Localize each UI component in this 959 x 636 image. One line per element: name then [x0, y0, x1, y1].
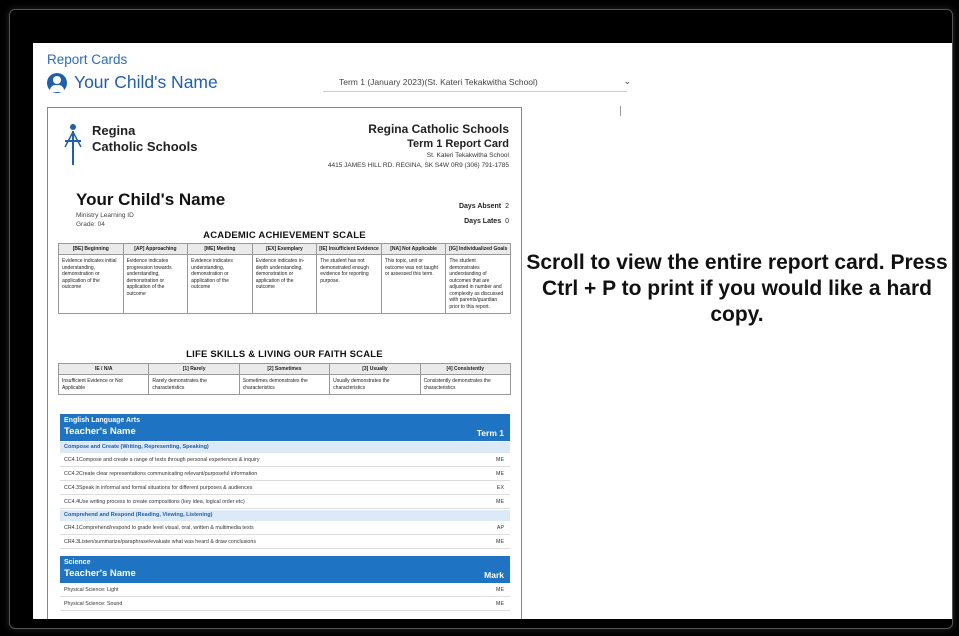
- academic-desc: This topic, unit or outcome was not taug…: [380, 254, 447, 314]
- term-dropdown-value: Term 1 (January 2023)(St. Kateri Tekakwi…: [339, 77, 538, 87]
- student-name: Your Child's Name: [74, 72, 218, 92]
- breadcrumb[interactable]: Report Cards: [47, 52, 127, 67]
- academic-desc: The student demonstrates understanding o…: [445, 254, 511, 314]
- life-header: [2] Sometimes: [238, 363, 331, 375]
- outcome-text: CR4.1Comprehend/respond to grade level v…: [64, 525, 254, 531]
- outcome-mark: ME: [496, 601, 504, 607]
- life-desc: Rarely demonstrates the characteristics: [148, 374, 240, 395]
- academic-scale-header-row: [BE] Beginning [AP] Approaching [ME] Mee…: [58, 243, 511, 255]
- days-absent-value: 2: [505, 203, 509, 210]
- academic-header: [ME] Meeting: [187, 243, 253, 255]
- life-header: [4] Consistently: [419, 363, 512, 375]
- academic-header: [AP] Approaching: [122, 243, 189, 255]
- outcome-row: Physical Science: Sound ME: [60, 598, 510, 611]
- school-address: 4415 JAMES HILL RD. REGINA, SK S4W 0R9 (…: [327, 162, 509, 169]
- outcome-mark: AP: [496, 525, 504, 531]
- days-lates: Days Lates 0: [464, 218, 509, 225]
- avatar-icon: [47, 72, 67, 93]
- academic-header: [IE] Insufficient Evidence: [316, 243, 382, 255]
- days-absent: Days Absent 2: [459, 203, 509, 210]
- school-logo-icon: [64, 124, 82, 165]
- logo-line-2: Catholic Schools: [92, 139, 198, 154]
- days-absent-label: Days Absent: [458, 203, 502, 210]
- days-lates-value: 0: [505, 218, 509, 225]
- academic-desc: The student has not demonstrated enough …: [316, 254, 382, 314]
- outcome-row: CR4.3Listen/summarize/paraphrase/evaluat…: [60, 536, 510, 549]
- life-desc: Insufficient Evidence or Not Applicable: [57, 374, 150, 395]
- app-window: Report Cards Your Child's Name Term 1 (J…: [33, 43, 952, 619]
- science-mark-column: Mark: [484, 570, 504, 580]
- outcome-row: CC4.2Create clear representations commun…: [60, 468, 510, 481]
- days-lates-label: Days Lates: [464, 218, 502, 225]
- report-card-title: Term 1 Report Card: [407, 138, 509, 150]
- division-name: Regina Catholic Schools: [368, 122, 509, 136]
- outcome-mark: ME: [496, 471, 504, 477]
- life-skills-scale-table: IE / N/A [1] Rarely [2] Sometimes [3] Us…: [57, 363, 512, 395]
- outcome-row: CC4.3Speak in informal and formal situat…: [60, 482, 510, 495]
- life-desc: Consistently demonstrates the characteri…: [419, 374, 512, 395]
- outcome-text: CR4.3Listen/summarize/paraphrase/evaluat…: [64, 539, 256, 545]
- ela-group-label: Comprehend and Respond (Reading, Viewing…: [64, 512, 213, 518]
- academic-desc: Evidence indicates in-depth understandin…: [251, 254, 318, 314]
- report-card-header: Regina Catholic Schools Term 1 Report Ca…: [328, 122, 509, 171]
- ela-group-compose: Compose and Create (Writing, Representin…: [60, 442, 510, 453]
- outcome-row: CR4.1Comprehend/respond to grade level v…: [60, 522, 510, 535]
- ela-header: English Language Arts Teacher's Name Ter…: [60, 414, 510, 441]
- ela-group-comprehend: Comprehend and Respond (Reading, Viewing…: [60, 510, 510, 521]
- life-desc: Usually demonstrates the characteristics: [329, 374, 421, 395]
- ministry-id: Ministry Learning ID: [76, 212, 134, 219]
- academic-scale-desc-row: Evidence indicates initial understanding…: [58, 254, 511, 314]
- outcome-text: Physical Science: Light: [64, 587, 119, 593]
- outcome-mark: ME: [496, 457, 504, 463]
- outcome-text: CC4.1Compose and create a range of texts…: [64, 457, 260, 463]
- life-header: [1] Rarely: [148, 363, 240, 375]
- outcome-mark: EX: [496, 485, 504, 491]
- life-header: [3] Usually: [329, 363, 421, 375]
- outcome-row: CC4.1Compose and create a range of texts…: [60, 454, 510, 467]
- academic-desc: Evidence indicates understanding, demons…: [187, 254, 253, 314]
- academic-header: [IG] Individualized Goals: [445, 243, 511, 255]
- outcome-row: Physical Science: Light ME: [60, 584, 510, 597]
- outcome-text: CC4.3Speak in informal and formal situat…: [64, 485, 253, 491]
- student-header: Your Child's Name: [47, 72, 218, 93]
- logo-line-1: Regina: [92, 123, 136, 138]
- school-name: St. Kateri Tekakwitha School: [426, 152, 509, 159]
- school-logo-text: Regina Catholic Schools: [92, 123, 197, 155]
- ela-subject: English Language Arts: [64, 417, 140, 424]
- academic-desc: Evidence indicates initial understanding…: [58, 254, 124, 314]
- science-teacher: Teacher's Name: [64, 568, 136, 579]
- life-skills-scale-title: LIFE SKILLS & LIVING OUR FAITH SCALE: [186, 349, 383, 360]
- academic-desc: Evidence indicates progression towards u…: [122, 254, 189, 314]
- academic-scale-title: ACADEMIC ACHIEVEMENT SCALE: [203, 230, 366, 241]
- academic-header: [BE] Beginning: [58, 243, 124, 255]
- life-scale-header-row: IE / N/A [1] Rarely [2] Sometimes [3] Us…: [57, 363, 512, 375]
- ela-group-label: Compose and Create (Writing, Representin…: [64, 444, 209, 450]
- ela-term-column: Term 1: [476, 428, 504, 438]
- scrollbar-marker: [620, 106, 621, 116]
- outcome-mark: ME: [496, 539, 504, 545]
- child-name: Your Child's Name: [76, 190, 226, 209]
- life-desc: Sometimes demonstrates the characteristi…: [238, 374, 331, 395]
- life-scale-desc-row: Insufficient Evidence or Not Applicable …: [57, 374, 512, 395]
- ela-teacher: Teacher's Name: [64, 426, 136, 437]
- monitor-frame: Report Cards Your Child's Name Term 1 (J…: [9, 9, 953, 629]
- outcome-text: CC4.2Create clear representations commun…: [64, 471, 258, 477]
- chevron-down-icon: ⌄: [623, 76, 631, 86]
- outcome-mark: ME: [496, 587, 504, 593]
- instruction-text: Scroll to view the entire report card. P…: [526, 251, 948, 326]
- outcome-text: Physical Science: Sound: [64, 601, 123, 607]
- outcome-text: CC4.4Use writing process to create compo…: [64, 499, 245, 505]
- academic-header: [EX] Exemplary: [251, 243, 318, 255]
- academic-header: [NA] Not Applicable: [380, 243, 447, 255]
- term-dropdown[interactable]: Term 1 (January 2023)(St. Kateri Tekakwi…: [323, 74, 631, 92]
- grade: Grade: 04: [76, 221, 105, 228]
- science-header: Science Teacher's Name Mark: [60, 556, 510, 583]
- life-header: IE / N/A: [57, 363, 150, 375]
- outcome-mark: ME: [496, 499, 504, 505]
- report-card-viewer[interactable]: Regina Catholic Schools Regina Catholic …: [47, 107, 522, 619]
- science-subject: Science: [64, 559, 91, 566]
- outcome-row: CC4.4Use writing process to create compo…: [60, 496, 510, 509]
- academic-scale-table: [BE] Beginning [AP] Approaching [ME] Mee…: [58, 243, 511, 314]
